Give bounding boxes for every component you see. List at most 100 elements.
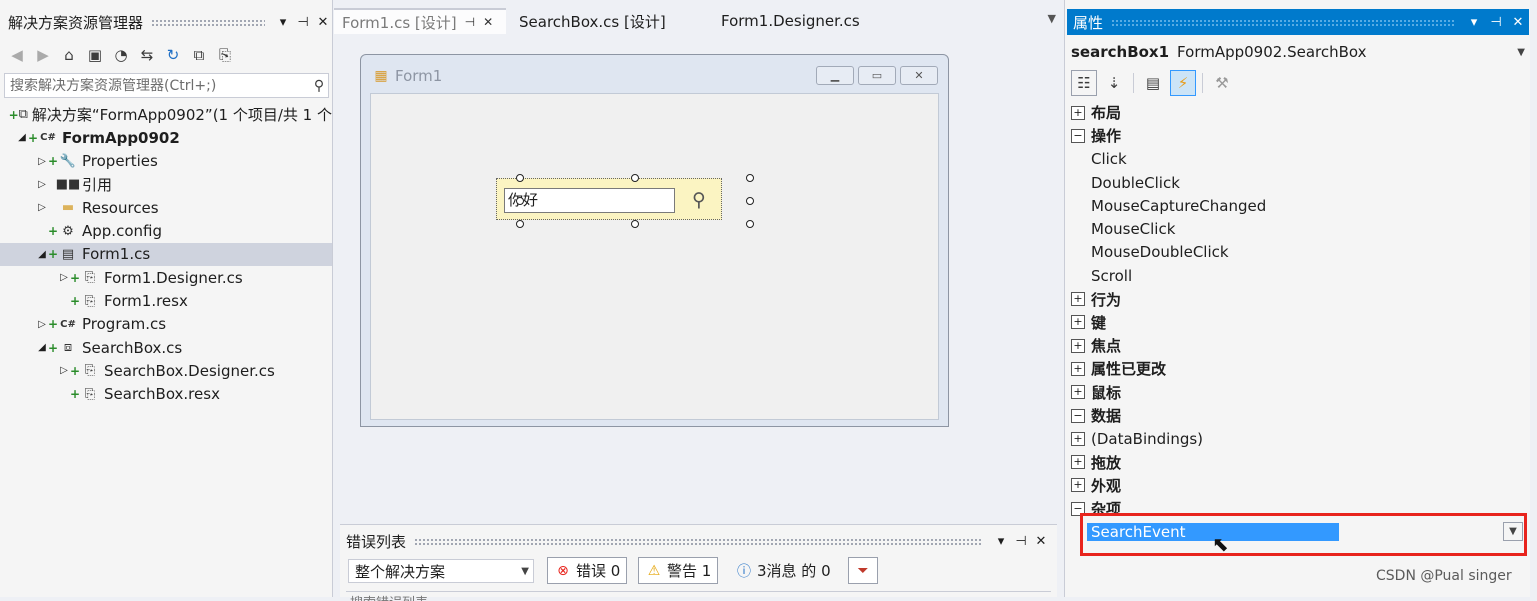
resize-handle-e[interactable] — [746, 197, 754, 205]
search-icon[interactable]: ⚲ — [310, 77, 328, 95]
expand-icon[interactable]: + — [1071, 361, 1085, 376]
tab-overflow-icon[interactable]: ▼ — [1048, 12, 1056, 25]
event-row[interactable]: Click — [1069, 148, 1529, 171]
expand-icon[interactable]: + — [1071, 292, 1085, 307]
tree-item[interactable]: ◢ + C# FormApp0902 — [0, 126, 332, 149]
properties-icon[interactable]: ▤ — [1140, 70, 1166, 96]
dropdown-icon[interactable]: ▾ — [273, 15, 293, 30]
collapsed-chevron-icon[interactable]: ▷ — [36, 156, 48, 167]
scope-dropdown[interactable]: 整个解决方案 ▼ — [348, 559, 534, 583]
property-category-row[interactable]: + 行为 — [1069, 287, 1529, 310]
back-icon[interactable]: ◀ — [6, 44, 28, 66]
property-pages-wrench-icon[interactable]: ⚒ — [1209, 70, 1235, 96]
expand-icon[interactable]: + — [1071, 478, 1085, 493]
tree-item[interactable]: ▷ + ⎘ SearchBox.Designer.cs — [0, 359, 332, 382]
collapsed-chevron-icon[interactable]: ▷ — [58, 272, 70, 283]
tab-form1-design[interactable]: Form1.cs [设计] ⊣ ✕ — [334, 8, 506, 34]
sync-icon[interactable]: ⇆ — [136, 44, 158, 66]
close-icon[interactable]: ✕ — [313, 15, 333, 30]
show-all-files-icon[interactable]: ⎘ — [214, 44, 236, 66]
event-row[interactable]: MouseCaptureChanged — [1069, 194, 1529, 217]
tree-item[interactable]: ◢ + ▤ Form1.cs — [0, 242, 332, 267]
property-category-row[interactable]: + 属性已更改 — [1069, 357, 1529, 380]
error-list-search[interactable]: 搜索错误列表 — [346, 591, 1051, 601]
tree-item[interactable]: + ⎘ Form1.resx — [0, 289, 332, 312]
warnings-filter-button[interactable]: ⚠ 警告 1 — [638, 557, 719, 584]
expanded-chevron-icon[interactable]: ◢ — [16, 132, 28, 143]
refresh-icon[interactable]: ↻ — [162, 44, 184, 66]
close-icon[interactable]: ✕ — [1031, 534, 1051, 549]
expanded-chevron-icon[interactable]: ◢ — [36, 249, 48, 260]
property-category-row[interactable]: + 鼠标 — [1069, 381, 1529, 404]
close-icon[interactable]: ✕ — [1507, 15, 1529, 30]
tree-item[interactable]: ▷ + 🔧 Properties — [0, 150, 332, 173]
categorized-icon[interactable]: ☷ — [1071, 70, 1097, 96]
searchbox-control[interactable]: 你好 ⚲ — [496, 178, 722, 220]
event-row[interactable]: MouseClick — [1069, 217, 1529, 240]
expand-icon[interactable]: + — [1071, 431, 1085, 446]
switch-views-icon[interactable]: ▣ — [84, 44, 106, 66]
event-row[interactable]: DoubleClick — [1069, 171, 1529, 194]
messages-filter-button[interactable]: ⓘ 3消息 的 0 — [728, 557, 838, 584]
event-row[interactable]: Scroll — [1069, 264, 1529, 287]
maximize-icon[interactable]: ▭ — [858, 66, 896, 85]
property-category-row[interactable]: + 布局 — [1069, 101, 1529, 124]
event-row[interactable]: MouseDoubleClick — [1069, 241, 1529, 264]
form-client-area[interactable] — [370, 93, 939, 420]
pin-icon[interactable]: ⊣ — [465, 15, 475, 29]
resize-handle-nw[interactable] — [516, 174, 524, 182]
pin-icon[interactable]: ⊣ — [1485, 15, 1507, 30]
collapsed-chevron-icon[interactable]: ▷ — [36, 202, 48, 213]
property-category-row[interactable]: + 键 — [1069, 311, 1529, 334]
expand-icon[interactable]: + — [1071, 315, 1085, 330]
collapsed-chevron-icon[interactable]: ▷ — [58, 365, 70, 376]
drag-grip[interactable] — [151, 18, 265, 26]
property-category-row[interactable]: + (DataBindings) — [1069, 427, 1529, 450]
expand-icon[interactable]: + — [1071, 385, 1085, 400]
dropdown-icon[interactable]: ▾ — [1463, 15, 1485, 30]
alphabetical-icon[interactable]: ⇣ — [1101, 70, 1127, 96]
search-input[interactable] — [10, 77, 310, 94]
property-category-row[interactable]: − 操作 — [1069, 124, 1529, 147]
tree-item[interactable]: + ⎘ SearchBox.resx — [0, 383, 332, 406]
tree-item[interactable]: + ⚙ App.config — [0, 219, 332, 242]
forward-icon[interactable]: ▶ — [32, 44, 54, 66]
collapse-all-icon[interactable]: ⧉ — [188, 44, 210, 66]
close-icon[interactable]: ✕ — [900, 66, 938, 85]
expand-icon[interactable]: + — [1071, 455, 1085, 470]
filter-icon[interactable]: ⏷ — [848, 557, 878, 584]
tree-item[interactable]: ◢ + ⧈ SearchBox.cs — [0, 336, 332, 359]
collapse-icon[interactable]: − — [1071, 128, 1085, 143]
minimize-icon[interactable]: ▁ — [816, 66, 854, 85]
drag-grip[interactable] — [1111, 18, 1455, 26]
drag-grip[interactable] — [414, 537, 983, 545]
collapsed-chevron-icon[interactable]: ▷ — [36, 319, 48, 330]
close-icon[interactable]: ✕ — [483, 15, 493, 29]
tree-item[interactable]: + ⧉ 解决方案“FormApp0902”(1 个项目/共 1 个 — [0, 103, 332, 126]
expand-icon[interactable]: + — [1071, 105, 1085, 120]
pending-changes-icon[interactable]: ◔ — [110, 44, 132, 66]
search-icon[interactable]: ⚲ — [687, 188, 711, 212]
searchbox-text-input[interactable]: 你好 — [504, 188, 675, 213]
tree-item[interactable]: ▷ ■■ 引用 — [0, 173, 332, 196]
resize-handle-sw[interactable] — [516, 220, 524, 228]
tree-item[interactable]: ▷ + ⎘ Form1.Designer.cs — [0, 266, 332, 289]
resize-handle-s[interactable] — [631, 220, 639, 228]
collapse-icon[interactable]: − — [1071, 408, 1085, 423]
solution-explorer-search[interactable]: ⚲ — [4, 73, 329, 98]
resize-handle-se[interactable] — [746, 220, 754, 228]
tab-form1-designer-cs[interactable]: Form1.Designer.cs — [713, 8, 868, 34]
expand-icon[interactable]: + — [1071, 338, 1085, 353]
errors-filter-button[interactable]: ⊗ 错误 0 — [547, 557, 628, 584]
property-category-row[interactable]: + 焦点 — [1069, 334, 1529, 357]
property-category-row[interactable]: + 拖放 — [1069, 450, 1529, 473]
resize-handle-w[interactable] — [516, 197, 524, 205]
pin-icon[interactable]: ⊣ — [1011, 534, 1031, 549]
object-selector[interactable]: searchBox1 FormApp0902.SearchBox ▼ — [1071, 40, 1527, 64]
events-lightning-icon[interactable]: ⚡ — [1170, 70, 1196, 96]
collapsed-chevron-icon[interactable]: ▷ — [36, 179, 48, 190]
tab-searchbox-design[interactable]: SearchBox.cs [设计] — [511, 8, 674, 34]
resize-handle-ne[interactable] — [746, 174, 754, 182]
pin-icon[interactable]: ⊣ — [293, 15, 313, 30]
home-icon[interactable]: ⌂ — [58, 44, 80, 66]
